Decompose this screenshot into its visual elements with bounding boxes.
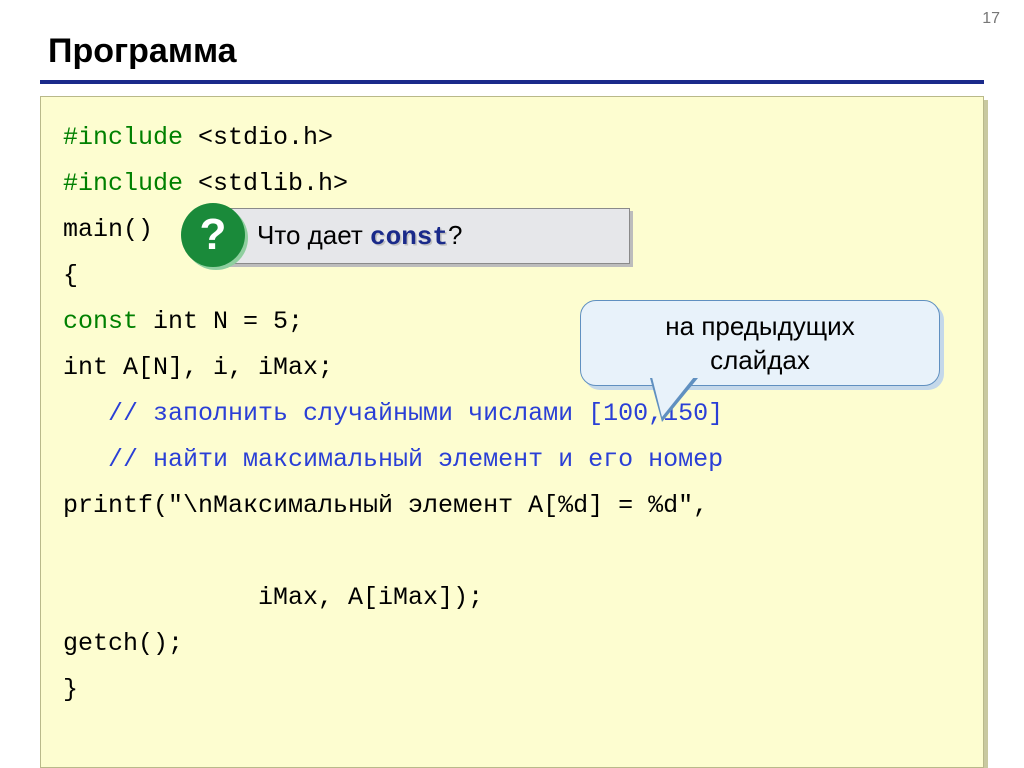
- code-line: #include <stdio.h>: [63, 115, 961, 161]
- question-text: Что дает const?: [257, 220, 462, 252]
- include-keyword: #include: [63, 169, 183, 198]
- question-suffix: ?: [448, 220, 462, 250]
- question-mark-icon: ?: [181, 203, 245, 267]
- code-blank: [63, 529, 961, 575]
- code-line: #include <stdlib.h>: [63, 161, 961, 207]
- code-block: #include <stdio.h> #include <stdlib.h> m…: [40, 96, 984, 768]
- include-header: <stdlib.h>: [183, 169, 348, 198]
- speech-line: на предыдущих: [665, 311, 854, 341]
- question-prefix: Что дает: [257, 220, 370, 250]
- code-line: }: [63, 667, 961, 713]
- const-keyword: const: [63, 307, 138, 336]
- include-keyword: #include: [63, 123, 183, 152]
- page-title: Программа: [48, 32, 237, 71]
- page-number: 17: [982, 10, 1000, 28]
- code-comment: // найти максимальный элемент и его номе…: [63, 437, 961, 483]
- include-header: <stdio.h>: [183, 123, 333, 152]
- question-callout: ? Что дает const?: [210, 208, 630, 264]
- code-line: iMax, A[iMax]);: [63, 575, 961, 621]
- code-line: printf("\nМаксимальный элемент A[%d] = %…: [63, 483, 961, 529]
- speech-line: слайдах: [710, 345, 810, 375]
- title-rule: [40, 80, 984, 84]
- question-const-word: const: [370, 222, 448, 252]
- code-comment: // заполнить случайными числами [100,150…: [63, 391, 961, 437]
- speech-bubble: на предыдущих слайдах: [580, 300, 940, 386]
- code-text: int N = 5;: [138, 307, 303, 336]
- code-line: getch();: [63, 621, 961, 667]
